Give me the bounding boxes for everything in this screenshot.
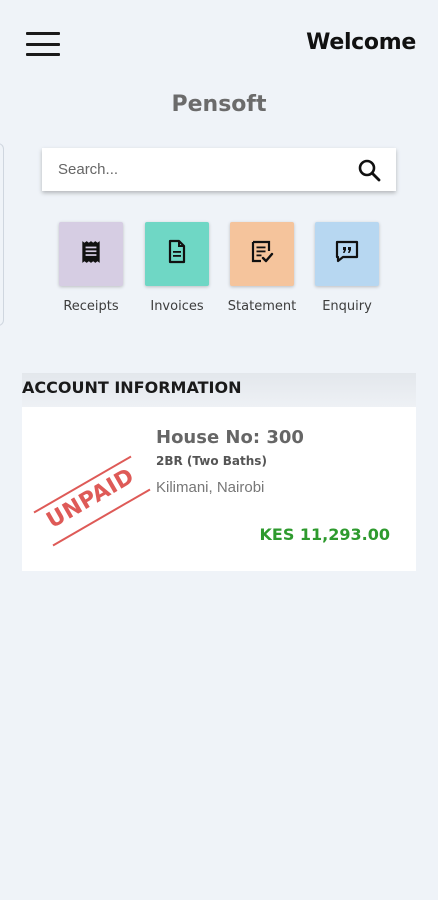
account-information-header: ACCOUNT INFORMATION <box>22 373 416 407</box>
invoice-document-icon <box>165 239 189 270</box>
statement-button[interactable]: Statement <box>217 222 307 314</box>
menu-line <box>26 42 60 46</box>
welcome-text: Welcome <box>306 30 416 55</box>
house-location: Kilimani, Nairobi <box>156 479 265 496</box>
statement-tile <box>230 222 294 286</box>
receipt-icon <box>78 239 104 270</box>
receipts-button[interactable]: Receipts <box>46 222 136 314</box>
house-type: 2BR (Two Baths) <box>156 454 267 468</box>
receipts-label: Receipts <box>63 299 119 314</box>
enquiry-tile <box>315 222 379 286</box>
invoices-label: Invoices <box>150 299 204 314</box>
invoices-tile <box>145 222 209 286</box>
house-number: House No: 300 <box>156 427 304 448</box>
enquiry-label: Enquiry <box>322 299 372 314</box>
balance-amount: KES 11,293.00 <box>259 525 390 544</box>
account-card[interactable]: UNPAID House No: 300 2BR (Two Baths) Kil… <box>22 407 416 571</box>
search-input[interactable] <box>58 161 356 178</box>
menu-line <box>26 53 60 56</box>
search-bar <box>42 148 396 191</box>
search-icon[interactable] <box>356 157 382 183</box>
invoices-button[interactable]: Invoices <box>132 222 222 314</box>
chat-quote-icon <box>334 239 360 270</box>
unpaid-stamp: UNPAID <box>33 455 151 547</box>
quick-actions: Receipts Invoices Statement Enquiry <box>0 222 438 322</box>
enquiry-button[interactable]: Enquiry <box>302 222 392 314</box>
statement-check-icon <box>249 239 275 270</box>
hamburger-menu-icon[interactable] <box>26 32 60 56</box>
app-title: Pensoft <box>171 92 267 117</box>
statement-label: Statement <box>227 299 297 314</box>
menu-line <box>26 32 60 35</box>
receipts-tile <box>59 222 123 286</box>
